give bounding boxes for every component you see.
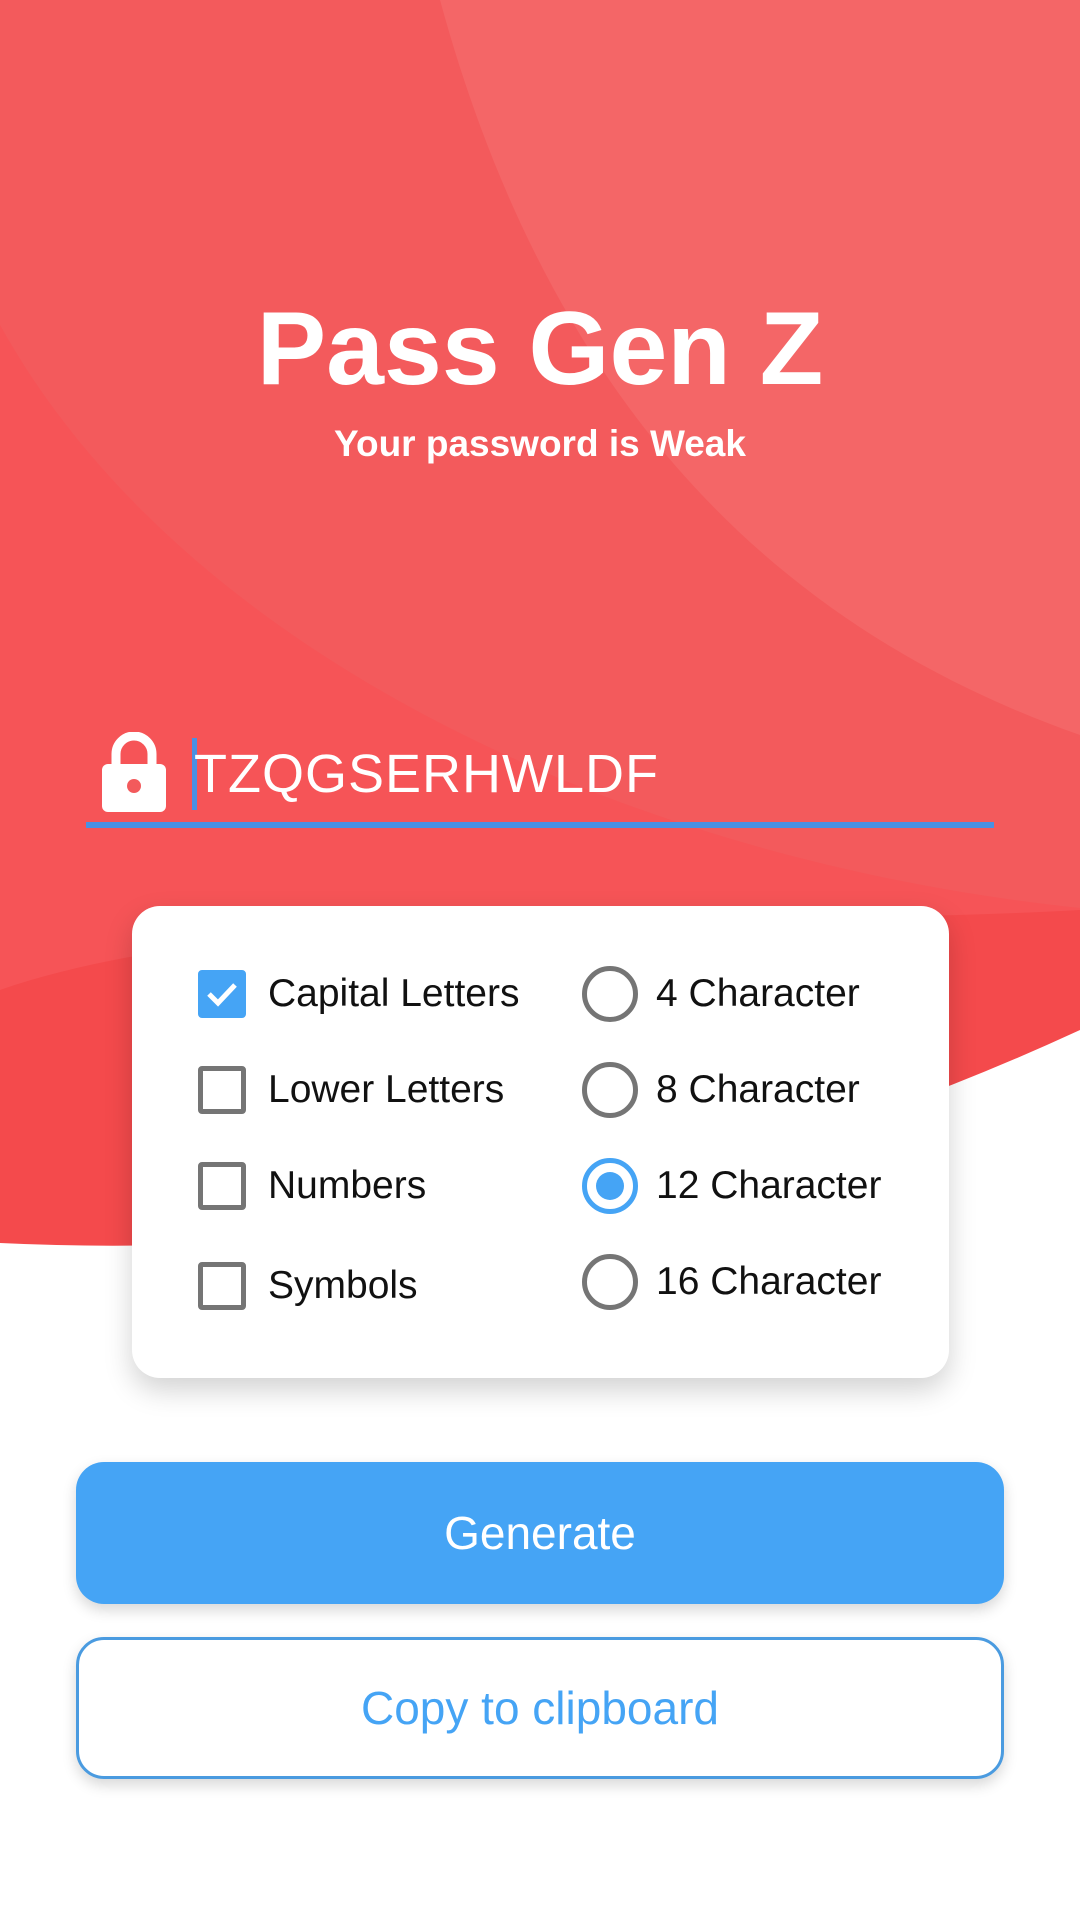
numbers-checkbox[interactable] [198, 1162, 246, 1210]
length-8-option[interactable]: 8 Character [582, 1060, 860, 1120]
numbers-label: Numbers [268, 1164, 427, 1207]
header: Pass Gen Z Your password is Weak [0, 290, 1080, 466]
options-card: Capital Letters Lower Letters Numbers Sy… [132, 906, 949, 1378]
length-8-radio[interactable] [582, 1062, 638, 1118]
length-16-radio[interactable] [582, 1254, 638, 1310]
numbers-option[interactable]: Numbers [198, 1156, 426, 1216]
symbols-label: Symbols [268, 1264, 418, 1307]
app-title: Pass Gen Z [256, 291, 824, 407]
symbols-checkbox[interactable] [198, 1262, 246, 1310]
password-underline [86, 822, 994, 828]
capital-letters-option[interactable]: Capital Letters [198, 964, 519, 1024]
length-12-radio[interactable] [582, 1158, 638, 1214]
length-16-option[interactable]: 16 Character [582, 1252, 881, 1312]
symbols-option[interactable]: Symbols [198, 1256, 418, 1316]
capital-letters-checkbox[interactable] [198, 970, 246, 1018]
length-4-radio[interactable] [582, 966, 638, 1022]
length-4-label: 4 Character [656, 972, 860, 1015]
lower-letters-option[interactable]: Lower Letters [198, 1060, 504, 1120]
generate-button[interactable]: Generate [76, 1462, 1004, 1604]
lower-letters-label: Lower Letters [268, 1068, 505, 1111]
capital-letters-label: Capital Letters [268, 972, 520, 1015]
copy-to-clipboard-button[interactable]: Copy to clipboard [76, 1637, 1004, 1779]
password-field[interactable]: TZQGSERHWLDF [86, 720, 994, 830]
length-16-label: 16 Character [656, 1260, 882, 1303]
length-4-option[interactable]: 4 Character [582, 964, 860, 1024]
length-12-label: 12 Character [656, 1164, 882, 1207]
lock-icon [102, 732, 166, 812]
checkmark-icon [207, 983, 237, 1007]
password-strength-text: Your password is Weak [334, 423, 746, 464]
password-value[interactable]: TZQGSERHWLDF [194, 742, 659, 806]
lower-letters-checkbox[interactable] [198, 1066, 246, 1114]
length-12-option[interactable]: 12 Character [582, 1156, 881, 1216]
length-8-label: 8 Character [656, 1068, 860, 1111]
